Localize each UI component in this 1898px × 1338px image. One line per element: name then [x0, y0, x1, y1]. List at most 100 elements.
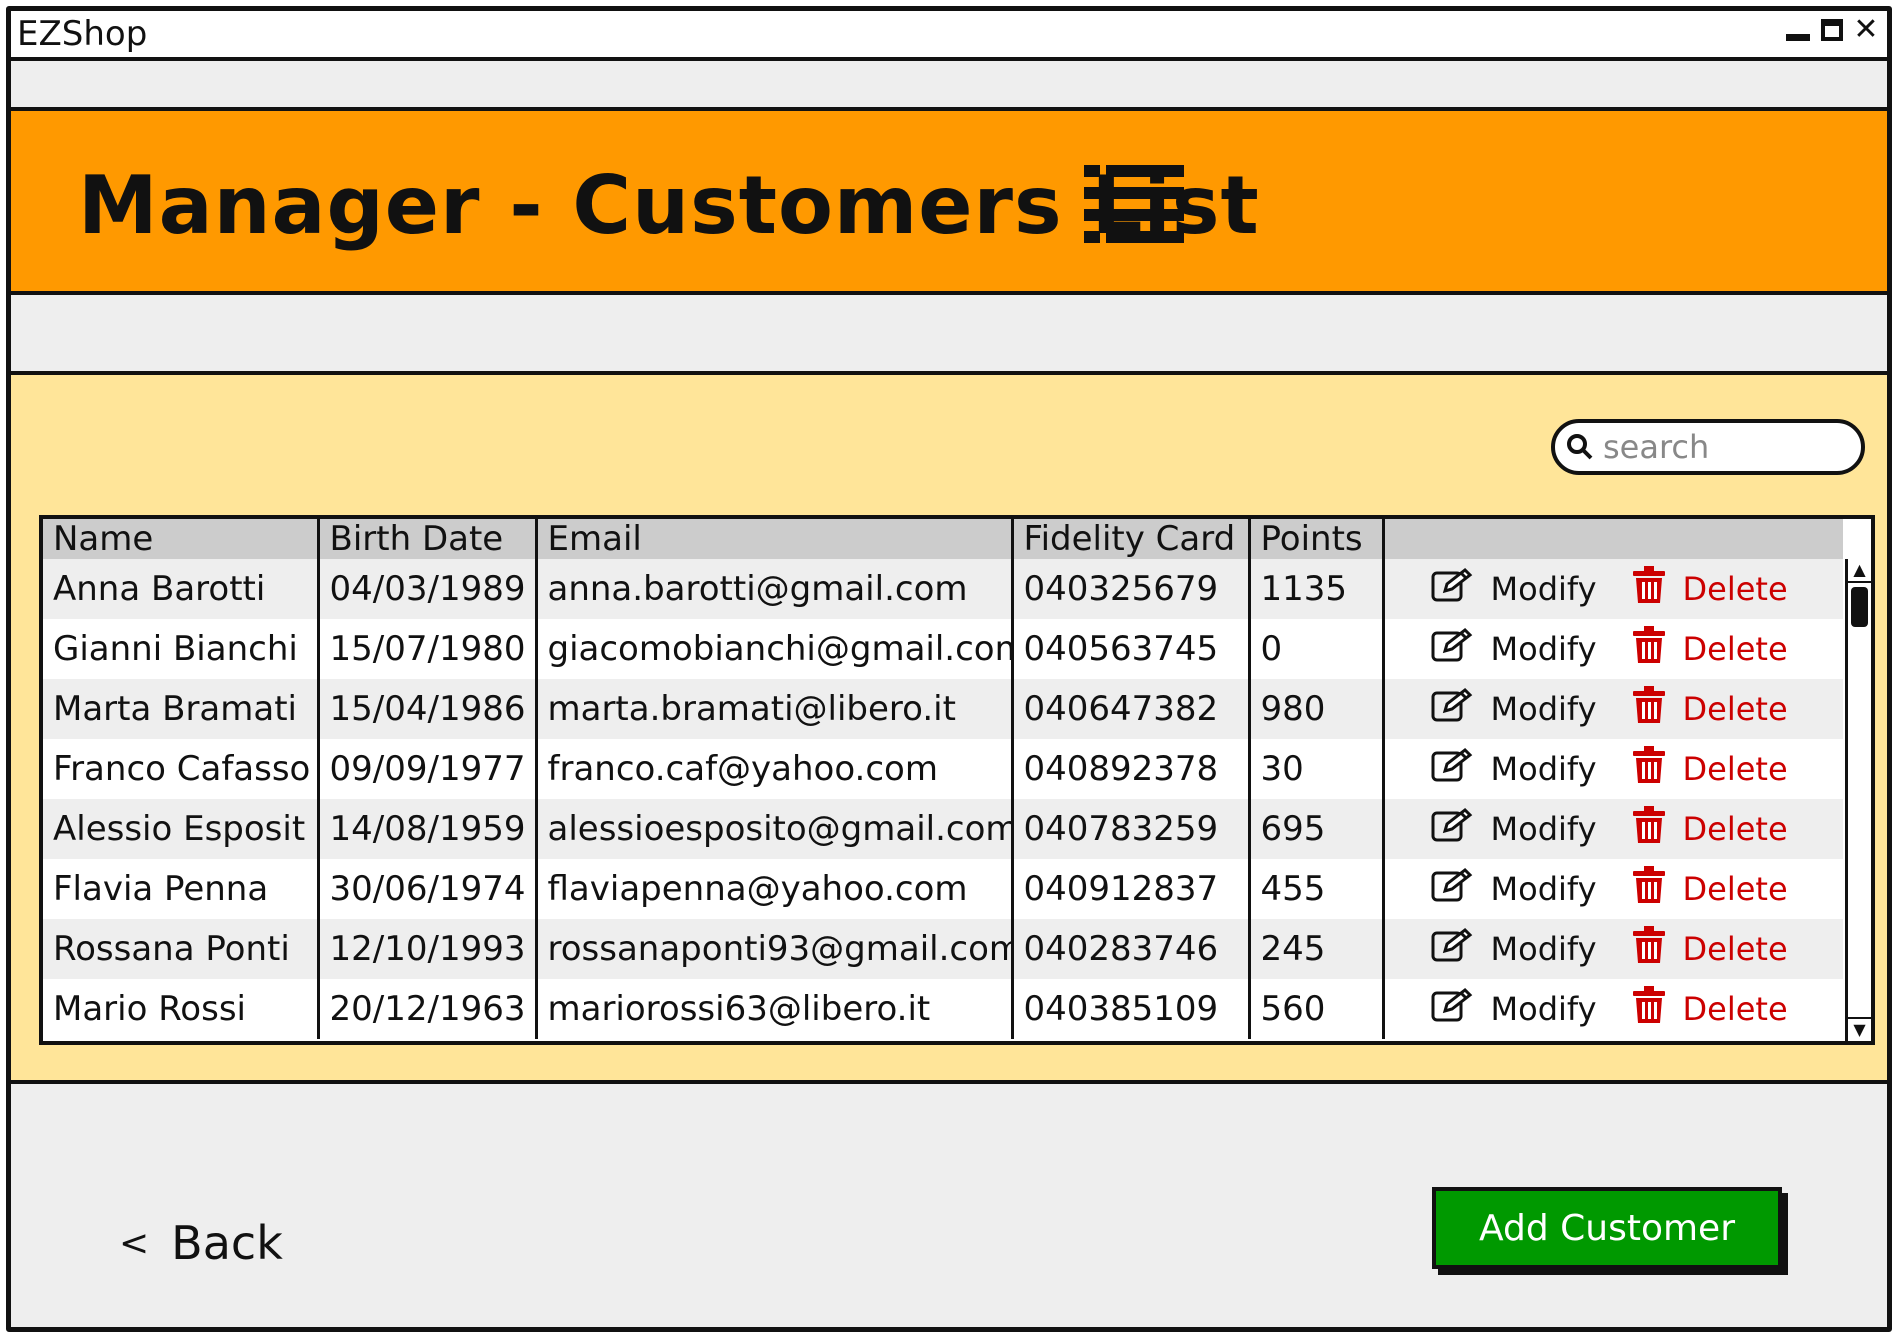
cell-birth-date: 15/07/1980 [318, 619, 538, 679]
page-header: Manager - Customers List [11, 107, 1887, 295]
edit-icon [1431, 627, 1475, 672]
delete-label: Delete [1682, 990, 1788, 1028]
cell-points: 695 [1249, 799, 1385, 859]
cell-actions: Modify Delete [1383, 859, 1843, 919]
delete-button[interactable]: Delete [1631, 985, 1788, 1034]
back-label: Back [171, 1216, 283, 1270]
cell-name: Gianni Bianchi [43, 619, 320, 679]
app-window: EZShop ✕ Manager - Customers List search… [6, 6, 1892, 1332]
delete-label: Delete [1682, 690, 1788, 728]
delete-label: Delete [1682, 570, 1788, 608]
trash-icon [1631, 985, 1667, 1034]
column-header-points[interactable]: Points [1249, 519, 1385, 559]
cell-fidelity-card: 040325679 [1012, 559, 1251, 619]
delete-button[interactable]: Delete [1631, 685, 1788, 734]
search-input[interactable] [1601, 427, 1845, 467]
table-row[interactable]: Franco Cafasso 09/09/1977 franco.caf@yahoo… [43, 739, 1843, 799]
cell-fidelity-card: 040912837 [1012, 859, 1251, 919]
cell-birth-date: 12/10/1993 [318, 919, 538, 979]
chevron-left-icon: < [119, 1222, 150, 1264]
title-bar: EZShop ✕ [11, 11, 1887, 61]
column-header-email[interactable]: Email [536, 519, 1014, 559]
delete-label: Delete [1682, 810, 1788, 848]
cell-birth-date: 14/08/1959 [318, 799, 538, 859]
trash-icon [1631, 745, 1667, 794]
scrollbar[interactable]: ▲ ▼ [1845, 559, 1871, 1041]
trash-icon [1631, 805, 1667, 854]
cell-actions: Modify Delete [1383, 919, 1843, 979]
cell-name: Alessio Esposit [43, 799, 320, 859]
cell-points: 30 [1249, 739, 1385, 799]
table-row[interactable]: Alessio Esposit 14/08/1959 alessioesposito… [43, 799, 1843, 859]
trash-icon [1631, 685, 1667, 734]
table-row[interactable]: Anna Barotti 04/03/1989 anna.barotti@gmail… [43, 559, 1843, 619]
modify-button[interactable]: Modify [1431, 747, 1631, 792]
scroll-thumb[interactable] [1851, 587, 1868, 627]
search-box[interactable] [1551, 419, 1865, 475]
edit-icon [1431, 567, 1475, 612]
cell-points: 560 [1249, 979, 1385, 1039]
table-row[interactable]: Rossana Ponti 12/10/1993 rossanaponti93@gm… [43, 919, 1843, 979]
cell-name: Rossana Ponti [43, 919, 320, 979]
column-header-actions [1383, 519, 1843, 559]
modify-label: Modify [1490, 750, 1597, 788]
delete-label: Delete [1682, 750, 1788, 788]
close-icon[interactable]: ✕ [1853, 15, 1879, 45]
scroll-down-icon[interactable]: ▼ [1848, 1017, 1871, 1041]
scroll-up-icon[interactable]: ▲ [1848, 559, 1871, 583]
cell-actions: Modify Delete [1383, 799, 1843, 859]
modify-button[interactable]: Modify [1431, 627, 1631, 672]
maximize-icon[interactable] [1819, 17, 1845, 43]
cell-email: anna.barotti@gmail.com [536, 559, 1014, 619]
table-row[interactable]: Gianni Bianchi 15/07/1980 giacomobianchi@g… [43, 619, 1843, 679]
column-header-name[interactable]: Name [43, 519, 320, 559]
delete-button[interactable]: Delete [1631, 625, 1788, 674]
table-row[interactable]: Marta Bramati 15/04/1986 marta.bramati@lib… [43, 679, 1843, 739]
app-title: EZShop [17, 14, 148, 54]
edit-icon [1431, 687, 1475, 732]
cell-fidelity-card: 040647382 [1012, 679, 1251, 739]
minimize-icon[interactable] [1785, 17, 1811, 43]
modify-button[interactable]: Modify [1431, 687, 1631, 732]
modify-button[interactable]: Modify [1431, 927, 1631, 972]
delete-button[interactable]: Delete [1631, 805, 1788, 854]
cell-points: 0 [1249, 619, 1385, 679]
modify-label: Modify [1490, 870, 1597, 908]
window-controls: ✕ [1785, 15, 1879, 45]
add-customer-button[interactable]: Add Customer [1432, 1187, 1782, 1269]
cell-name: Franco Cafasso [43, 739, 320, 799]
delete-label: Delete [1682, 630, 1788, 668]
delete-button[interactable]: Delete [1631, 865, 1788, 914]
table-row[interactable]: Mario Rossi 20/12/1963 mariorossi63@libero… [43, 979, 1843, 1039]
table-row[interactable]: Flavia Penna 30/06/1974 flaviapenna@yahoo.… [43, 859, 1843, 919]
trash-icon [1631, 925, 1667, 974]
modify-button[interactable]: Modify [1431, 807, 1631, 852]
cell-actions: Modify Delete [1383, 619, 1843, 679]
modify-button[interactable]: Modify [1431, 867, 1631, 912]
cell-birth-date: 30/06/1974 [318, 859, 538, 919]
modify-label: Modify [1490, 990, 1597, 1028]
cell-name: Flavia Penna [43, 859, 320, 919]
delete-button[interactable]: Delete [1631, 925, 1788, 974]
modify-label: Modify [1490, 810, 1597, 848]
modify-button[interactable]: Modify [1431, 987, 1631, 1032]
delete-button[interactable]: Delete [1631, 745, 1788, 794]
cell-actions: Modify Delete [1383, 979, 1843, 1039]
cell-fidelity-card: 040892378 [1012, 739, 1251, 799]
back-button[interactable]: < Back [119, 1216, 283, 1270]
customers-panel: Name Birth Date Email Fidelity Card Poin… [11, 371, 1887, 1084]
cell-email: giacomobianchi@gmail.com [536, 619, 1014, 679]
cell-email: rossanaponti93@gmail.com [536, 919, 1014, 979]
cell-points: 1135 [1249, 559, 1385, 619]
modify-label: Modify [1490, 930, 1597, 968]
cell-name: Marta Bramati [43, 679, 320, 739]
delete-button[interactable]: Delete [1631, 565, 1788, 614]
cell-birth-date: 15/04/1986 [318, 679, 538, 739]
list-icon [1084, 165, 1184, 243]
table-header-row: Name Birth Date Email Fidelity Card Poin… [43, 519, 1843, 559]
page-title: Manager - Customers List [78, 159, 1260, 252]
delete-label: Delete [1682, 870, 1788, 908]
column-header-birth-date[interactable]: Birth Date [318, 519, 538, 559]
modify-button[interactable]: Modify [1431, 567, 1631, 612]
column-header-fidelity-card[interactable]: Fidelity Card [1012, 519, 1251, 559]
